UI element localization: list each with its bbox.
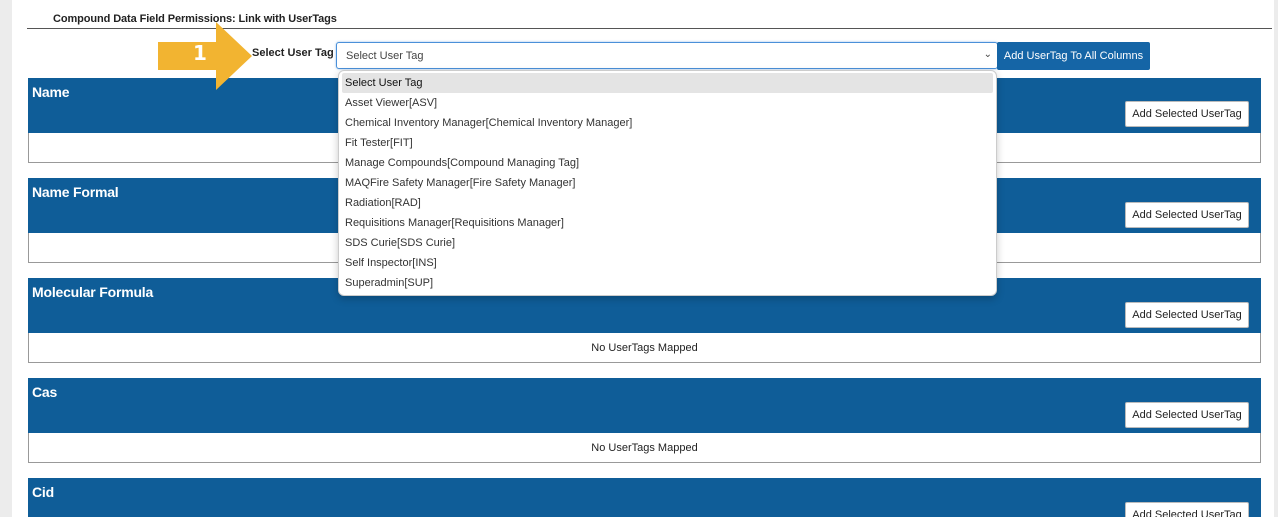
dropdown-option[interactable]: MAQFire Safety Manager[Fire Safety Manag… <box>339 173 996 193</box>
section-title: Name Formal <box>32 184 119 200</box>
dropdown-option[interactable]: Superadmin[SUP] <box>339 273 996 293</box>
mapped-usertags-text: No UserTags Mapped <box>591 442 698 454</box>
mapped-usertags-text: No UserTags Mapped <box>591 342 698 354</box>
dropdown-option[interactable]: Asset Viewer[ASV] <box>339 93 996 113</box>
add-selected-usertag-button[interactable]: Add Selected UserTag <box>1125 502 1249 517</box>
user-tag-select[interactable]: Select User Tag ⌄ <box>336 42 998 69</box>
dropdown-option-select-user-tag[interactable]: Select User Tag <box>342 73 993 93</box>
section-body: No UserTags Mapped <box>28 333 1261 363</box>
user-tag-dropdown-list: Select User Tag Asset Viewer[ASV] Chemic… <box>338 70 997 296</box>
section-body: No UserTags Mapped <box>28 433 1261 463</box>
section-title: Molecular Formula <box>32 284 154 300</box>
section-title: Cid <box>32 484 54 500</box>
step-number: 1 <box>193 41 207 65</box>
add-selected-usertag-button[interactable]: Add Selected UserTag <box>1125 202 1249 228</box>
dropdown-option[interactable]: Fit Tester[FIT] <box>339 133 996 153</box>
user-tag-select-value: Select User Tag <box>346 50 424 62</box>
dropdown-option[interactable]: Requisitions Manager[Requisitions Manage… <box>339 213 996 233</box>
dropdown-option[interactable]: SDS Curie[SDS Curie] <box>339 233 996 253</box>
add-usertag-to-all-columns-button[interactable]: Add UserTag To All Columns <box>997 42 1150 70</box>
section-title: Cas <box>32 384 58 400</box>
add-selected-usertag-button[interactable]: Add Selected UserTag <box>1125 302 1249 328</box>
permissions-page: Compound Data Field Permissions: Link wi… <box>12 0 1274 517</box>
section-header: Cid Add Selected UserTag <box>28 478 1261 517</box>
dropdown-option[interactable]: Radiation[RAD] <box>339 193 996 213</box>
section-header: Cas Add Selected UserTag <box>28 378 1261 433</box>
chevron-down-icon: ⌄ <box>983 49 992 60</box>
add-selected-usertag-button[interactable]: Add Selected UserTag <box>1125 402 1249 428</box>
select-user-tag-label: Select User Tag <box>252 47 334 59</box>
dropdown-option[interactable]: Chemical Inventory Manager[Chemical Inve… <box>339 113 996 133</box>
dropdown-option[interactable]: Manage Compounds[Compound Managing Tag] <box>339 153 996 173</box>
dropdown-option[interactable]: Self Inspector[INS] <box>339 253 996 273</box>
add-selected-usertag-button[interactable]: Add Selected UserTag <box>1125 101 1249 127</box>
section-title: Name <box>32 84 70 100</box>
